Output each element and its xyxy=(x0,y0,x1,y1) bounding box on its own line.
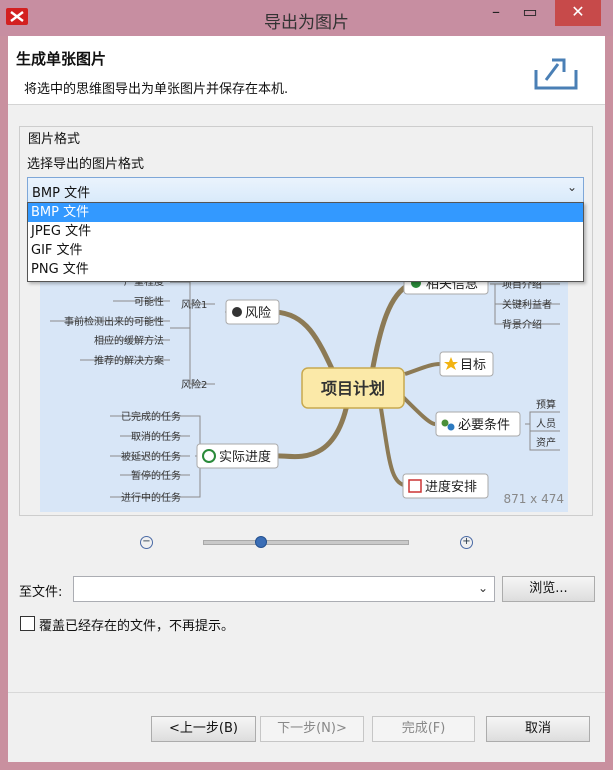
to-file-input[interactable]: ⌄ xyxy=(73,576,495,602)
mindmap-risk-item: 相应的缓解方法 xyxy=(94,334,164,347)
browse-button[interactable]: 浏览... xyxy=(502,576,595,602)
overwrite-checkbox[interactable] xyxy=(20,616,35,631)
mindmap-progress: 实际进度 xyxy=(219,449,271,465)
chevron-down-icon[interactable]: ⌄ xyxy=(567,180,577,194)
mindmap-requirements: 必要条件 xyxy=(458,417,510,433)
maximize-icon[interactable]: ▭ xyxy=(513,0,547,26)
format-dropdown-list: BMP 文件 JPEG 文件 GIF 文件 PNG 文件 xyxy=(27,202,584,282)
mindmap-risk-item: 可能性 xyxy=(134,295,164,308)
zoom-slider-thumb[interactable] xyxy=(255,536,267,548)
footer-divider xyxy=(8,692,605,693)
overwrite-label: 覆盖已经存在的文件，不再提示。 xyxy=(39,619,235,634)
back-button[interactable]: <上一步(B) xyxy=(151,716,256,742)
next-button[interactable]: 下一步(N)> xyxy=(260,716,364,742)
format-group-title: 图片格式 xyxy=(24,128,85,147)
format-option-jpeg[interactable]: JPEG 文件 xyxy=(28,222,583,241)
export-icon xyxy=(534,58,578,90)
format-label: 选择导出的图片格式 xyxy=(27,157,145,172)
mindmap-risk1: 风险1 xyxy=(181,298,207,311)
mindmap-requirement-item: 预算 xyxy=(536,398,556,411)
mindmap-progress-item: 暂停的任务 xyxy=(131,469,181,482)
page-description: 将选中的思维图导出为单张图片并保存在本机. xyxy=(24,82,289,97)
title-bar[interactable]: 导出为图片 – ▭ ✕ xyxy=(0,0,613,36)
dialog-window: 导出为图片 – ▭ ✕ 生成单张图片 将选中的思维图导出为单张图片并保存在本机.… xyxy=(0,0,613,770)
zoom-in-icon[interactable]: + xyxy=(460,536,473,549)
close-icon[interactable]: ✕ xyxy=(555,0,601,26)
dialog-body: 生成单张图片 将选中的思维图导出为单张图片并保存在本机. 图片格式 选择导出的图… xyxy=(8,36,605,762)
mindmap-progress-item: 被延迟的任务 xyxy=(121,450,181,463)
zoom-out-icon[interactable]: − xyxy=(140,536,153,549)
mindmap-progress-item: 取消的任务 xyxy=(131,430,181,443)
to-file-label: 至文件: xyxy=(19,585,63,600)
format-select[interactable]: BMP 文件 ⌄ xyxy=(27,177,584,203)
mindmap-requirement-item: 人员 xyxy=(536,418,556,430)
mindmap-risk: 风险 xyxy=(245,306,271,321)
mindmap-schedule: 进度安排 xyxy=(425,479,477,495)
image-dimensions: 871 x 474 xyxy=(503,492,564,506)
mindmap-info-item: 背景介绍 xyxy=(502,318,542,331)
cancel-button[interactable]: 取消 xyxy=(486,716,590,742)
mindmap-goal: 目标 xyxy=(460,358,486,373)
mindmap-progress-item: 进行中的任务 xyxy=(121,491,181,504)
mindmap-risk2: 风险2 xyxy=(181,378,207,391)
mindmap-requirement-item: 资产 xyxy=(536,436,556,449)
chevron-down-icon[interactable]: ⌄ xyxy=(478,581,488,595)
mindmap-central: 项目计划 xyxy=(321,379,385,398)
format-option-png[interactable]: PNG 文件 xyxy=(28,260,583,279)
wizard-header: 生成单张图片 将选中的思维图导出为单张图片并保存在本机. xyxy=(8,36,605,105)
minimize-icon[interactable]: – xyxy=(479,0,513,26)
page-title: 生成单张图片 xyxy=(16,50,107,68)
zoom-slider-track[interactable] xyxy=(203,540,409,545)
format-option-gif[interactable]: GIF 文件 xyxy=(28,241,583,260)
mindmap-progress-item: 已完成的任务 xyxy=(121,410,181,423)
format-select-value: BMP 文件 xyxy=(32,186,91,201)
finish-button[interactable]: 完成(F) xyxy=(372,716,475,742)
mindmap-risk-item: 推荐的解决方案 xyxy=(94,354,164,367)
format-option-bmp[interactable]: BMP 文件 xyxy=(28,203,583,222)
mindmap-info-item: 关键利益者 xyxy=(502,298,552,311)
mindmap-risk-item: 事前检测出来的可能性 xyxy=(64,315,164,328)
